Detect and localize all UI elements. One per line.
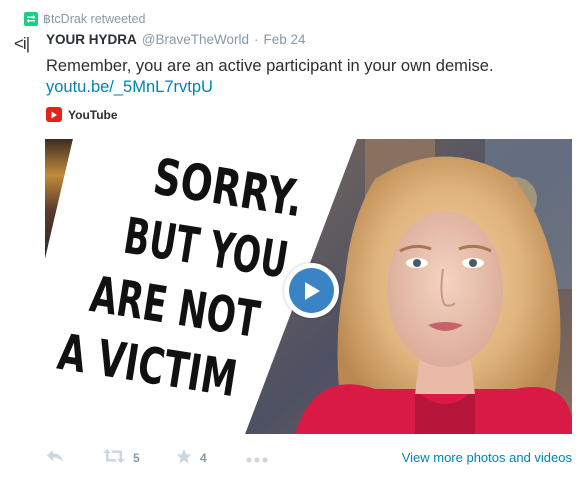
pupil-right <box>469 259 477 267</box>
retweet-count: 5 <box>133 450 140 465</box>
author-fullname[interactable]: YOUR HYDRA <box>46 32 137 47</box>
view-more-photos-link[interactable]: View more photos and videos <box>402 450 572 465</box>
author-username[interactable]: @BraveTheWorld <box>142 32 249 47</box>
retweet-context[interactable]: ฿tcDrak retweeted <box>24 11 145 26</box>
tweet-header: YOUR HYDRA @BraveTheWorld · Feb 24 <box>46 32 306 47</box>
more-button[interactable] <box>246 452 268 466</box>
retweet-context-text: ฿tcDrak retweeted <box>43 12 146 26</box>
favorite-button[interactable]: 4 <box>176 449 207 467</box>
tweet-text: Remember, you are an active participant … <box>46 57 494 75</box>
person-face <box>387 211 503 367</box>
retweet-button[interactable]: 5 <box>103 449 140 466</box>
reply-button[interactable] <box>46 449 64 466</box>
tweet-timestamp[interactable]: Feb 24 <box>264 32 306 47</box>
tweet: ฿tcDrak retweeted <i| YOUR HYDRA @BraveT… <box>0 0 588 482</box>
youtube-icon <box>46 107 62 122</box>
tweet-actions: 5 4 View more photos and videos <box>46 449 572 469</box>
play-button[interactable] <box>284 263 339 318</box>
retweet-icon <box>103 449 125 466</box>
header-separator: · <box>254 32 259 47</box>
more-icon <box>246 452 268 466</box>
card-source-label: YouTube <box>68 107 118 122</box>
reply-icon <box>46 449 64 466</box>
avatar[interactable]: <i| <box>14 34 30 54</box>
play-icon <box>289 268 334 313</box>
card-source[interactable]: YouTube <box>46 107 118 122</box>
pupil-left <box>413 259 421 267</box>
tweet-link[interactable]: youtu.be/_5MnL7rvtpU <box>46 78 213 97</box>
star-icon <box>176 449 192 467</box>
favorite-count: 4 <box>200 451 207 465</box>
retweet-icon <box>24 11 38 26</box>
